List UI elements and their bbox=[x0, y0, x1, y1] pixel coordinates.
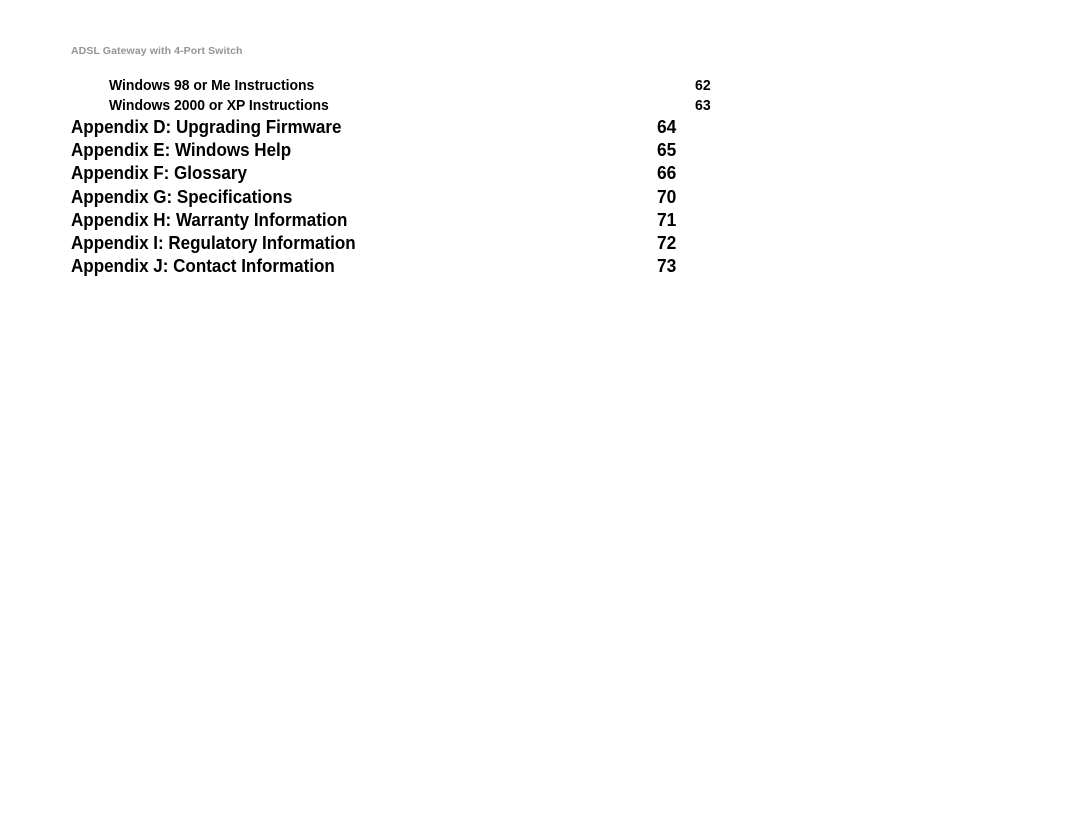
toc-entry-title: Appendix J: Contact Information bbox=[71, 255, 335, 277]
toc-entry[interactable]: Appendix D: Upgrading Firmware 64 bbox=[71, 115, 691, 138]
toc-entry[interactable]: Appendix I: Regulatory Information 72 bbox=[71, 231, 691, 254]
toc-entry[interactable]: Windows 98 or Me Instructions 62 bbox=[71, 76, 729, 96]
toc-entry[interactable]: Appendix E: Windows Help 65 bbox=[71, 138, 691, 161]
table-of-contents: Windows 98 or Me Instructions 62 Windows 2… bbox=[71, 76, 711, 277]
toc-entry[interactable]: Appendix J: Contact Information 73 bbox=[71, 254, 691, 277]
toc-entry-page-number: 71 bbox=[657, 208, 677, 230]
toc-entry-title: Appendix D: Upgrading Firmware bbox=[71, 116, 342, 137]
toc-entry[interactable]: Windows 2000 or XP Instructions 63 bbox=[71, 96, 729, 116]
toc-entry-title: Appendix E: Windows Help bbox=[71, 139, 292, 161]
toc-entry[interactable]: Appendix F: Glossary 66 bbox=[71, 161, 691, 184]
toc-entry-page-number: 64 bbox=[657, 116, 677, 137]
toc-entry[interactable]: Appendix G: Specifications 70 bbox=[71, 185, 691, 208]
toc-entry-title: Appendix F: Glossary bbox=[71, 162, 247, 184]
toc-entry[interactable]: Appendix H: Warranty Information 71 bbox=[71, 208, 691, 231]
toc-entry-title: Appendix G: Specifications bbox=[71, 185, 293, 207]
toc-entry-page-number: 70 bbox=[657, 185, 677, 207]
toc-entry-title: Windows 98 or Me Instructions bbox=[109, 77, 315, 94]
toc-entry-page-number: 63 bbox=[695, 96, 711, 114]
toc-entry-page-number: 72 bbox=[657, 231, 677, 253]
toc-entry-page-number: 73 bbox=[657, 255, 677, 277]
toc-entry-title: Appendix H: Warranty Information bbox=[71, 208, 348, 230]
toc-entry-title: Appendix I: Regulatory Information bbox=[71, 231, 356, 253]
toc-entry-page-number: 62 bbox=[695, 77, 711, 94]
toc-entry-page-number: 66 bbox=[657, 162, 677, 184]
document-page: ADSL Gateway with 4-Port Switch Windows … bbox=[0, 0, 1080, 834]
toc-entry-title: Windows 2000 or XP Instructions bbox=[109, 96, 329, 114]
running-header: ADSL Gateway with 4-Port Switch bbox=[71, 45, 243, 57]
toc-entry-page-number: 65 bbox=[657, 139, 677, 161]
